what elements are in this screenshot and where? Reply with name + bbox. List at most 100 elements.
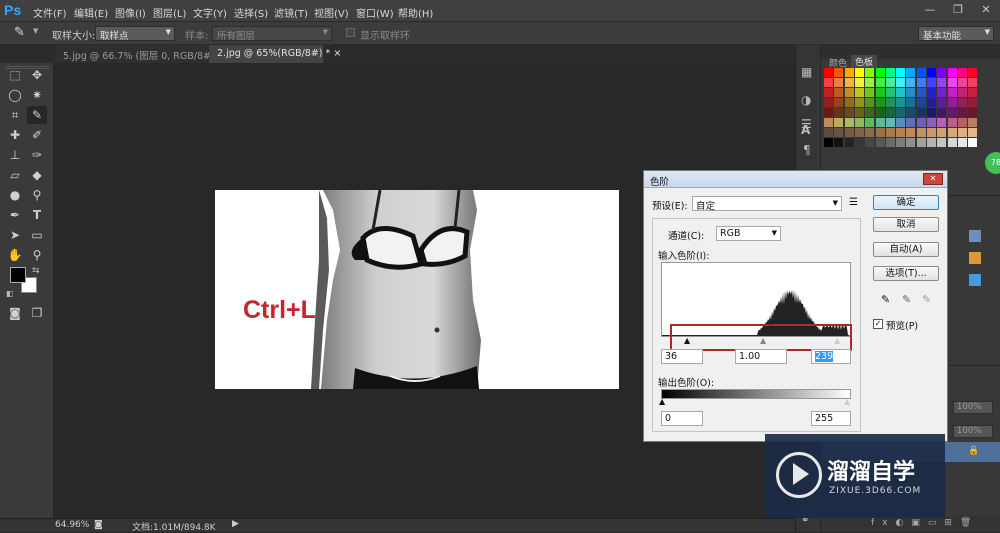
swatch[interactable] — [937, 138, 947, 147]
swatch[interactable] — [957, 108, 967, 117]
adjustments-panel-icon[interactable]: ◑ — [801, 93, 811, 107]
swatch[interactable] — [896, 78, 906, 87]
swatch[interactable] — [875, 118, 885, 127]
swatch[interactable] — [968, 138, 978, 147]
menu-filter[interactable]: 滤镜(T) — [274, 5, 308, 20]
swatch[interactable] — [947, 128, 957, 137]
preview-checkbox[interactable]: ✓ — [873, 319, 883, 329]
swatch[interactable] — [906, 78, 916, 87]
auto-button[interactable]: 自动(A) — [873, 242, 939, 257]
white-eyedropper-icon[interactable]: ✎ — [922, 293, 931, 306]
output-white-slider[interactable]: ▲ — [844, 397, 850, 406]
swatch[interactable] — [854, 78, 864, 87]
swatch[interactable] — [916, 88, 926, 97]
pen-tool-icon[interactable]: ✒ — [5, 206, 25, 224]
swatch[interactable] — [865, 68, 875, 77]
swatch[interactable] — [875, 108, 885, 117]
swatch[interactable] — [968, 118, 978, 127]
input-gamma-field[interactable]: 1.00 — [735, 349, 787, 364]
swatch[interactable] — [906, 88, 916, 97]
swatch[interactable] — [947, 78, 957, 87]
fill-field[interactable]: 100% — [953, 425, 993, 438]
healing-brush-tool-icon[interactable]: ✚ — [5, 126, 25, 144]
swatch[interactable] — [947, 98, 957, 107]
swatch[interactable] — [844, 68, 854, 77]
eyedropper-tool-icon[interactable]: ✎ — [27, 106, 47, 124]
swatch[interactable] — [937, 78, 947, 87]
swatch[interactable] — [896, 138, 906, 147]
swatch[interactable] — [844, 88, 854, 97]
swatch[interactable] — [854, 68, 864, 77]
adjustment-thumb-icon[interactable] — [969, 252, 981, 264]
character-panel-icon[interactable]: A — [801, 123, 810, 137]
menu-select[interactable]: 选择(S) — [234, 5, 268, 20]
swatch[interactable] — [957, 98, 967, 107]
swatch[interactable] — [937, 128, 947, 137]
swatch[interactable] — [937, 88, 947, 97]
swatch[interactable] — [896, 128, 906, 137]
swatch[interactable] — [844, 78, 854, 87]
swatch[interactable] — [916, 128, 926, 137]
swatch[interactable] — [865, 78, 875, 87]
swatch[interactable] — [824, 68, 833, 77]
menu-file[interactable]: 文件(F) — [33, 5, 67, 20]
swatch[interactable] — [824, 128, 833, 137]
gamma-slider[interactable]: ▲ — [760, 336, 766, 345]
swatch[interactable] — [854, 108, 864, 117]
sample-size-select[interactable]: 取样点 ▼ — [95, 26, 175, 41]
swatch[interactable] — [947, 138, 957, 147]
zoom-tool-icon[interactable]: ⚲ — [27, 246, 47, 264]
swatch[interactable] — [885, 128, 895, 137]
ok-button[interactable]: 确定 — [873, 195, 939, 210]
layer-actions-icons[interactable]: fx◐▣▭⊞🗑 — [871, 518, 979, 528]
swatch[interactable] — [927, 138, 936, 147]
hand-tool-icon[interactable]: ✋ — [5, 246, 25, 264]
swatch[interactable] — [927, 98, 936, 107]
dialog-titlebar[interactable]: 色阶 ✕ — [644, 171, 947, 188]
swatch[interactable] — [844, 98, 854, 107]
output-white-field[interactable]: 255 — [811, 411, 851, 426]
swatch[interactable] — [844, 138, 854, 147]
swatch[interactable] — [854, 98, 864, 107]
rectangle-tool-icon[interactable]: ▭ — [27, 226, 47, 244]
swatch[interactable] — [854, 138, 864, 147]
swatch[interactable] — [947, 108, 957, 117]
swatch[interactable] — [937, 118, 947, 127]
swatch[interactable] — [937, 98, 947, 107]
swatch[interactable] — [957, 118, 967, 127]
swatch[interactable] — [906, 108, 916, 117]
swatch[interactable] — [824, 118, 833, 127]
swatch[interactable] — [927, 78, 936, 87]
dialog-close-icon[interactable]: ✕ — [923, 173, 943, 185]
swatch[interactable] — [916, 68, 926, 77]
preset-select[interactable]: 自定 ▼ — [692, 196, 842, 212]
swatch[interactable] — [957, 88, 967, 97]
swatch[interactable] — [824, 78, 833, 87]
close-window-button[interactable]: ✕ — [972, 0, 1000, 20]
document-image[interactable]: Ctrl+L — [215, 190, 619, 389]
type-tool-icon[interactable]: T — [27, 206, 47, 224]
swatch[interactable] — [844, 118, 854, 127]
foreground-color-top[interactable] — [10, 267, 26, 283]
swatch[interactable] — [824, 138, 833, 147]
close-tab-icon[interactable]: × — [333, 48, 341, 59]
gray-eyedropper-icon[interactable]: ✎ — [902, 293, 911, 306]
swatch[interactable] — [875, 138, 885, 147]
swatch[interactable] — [834, 98, 844, 107]
dodge-tool-icon[interactable]: ⚲ — [27, 186, 47, 204]
swatch[interactable] — [916, 78, 926, 87]
swatch[interactable] — [968, 68, 978, 77]
swatch[interactable] — [824, 88, 833, 97]
crop-tool-icon[interactable]: ⌗ — [5, 106, 25, 124]
options-button[interactable]: 选项(T)... — [873, 266, 939, 281]
history-panel-icon[interactable]: ▦ — [801, 65, 812, 79]
paint-bucket-tool-icon[interactable]: ◆ — [27, 166, 47, 184]
swatch[interactable] — [927, 88, 936, 97]
swatch[interactable] — [906, 128, 916, 137]
swatch[interactable] — [968, 78, 978, 87]
swatch[interactable] — [947, 118, 957, 127]
swatch[interactable] — [834, 78, 844, 87]
minimize-button[interactable]: — — [916, 0, 944, 20]
menu-image[interactable]: 图像(I) — [115, 5, 146, 20]
brush-tool-icon[interactable]: ✐ — [27, 126, 47, 144]
